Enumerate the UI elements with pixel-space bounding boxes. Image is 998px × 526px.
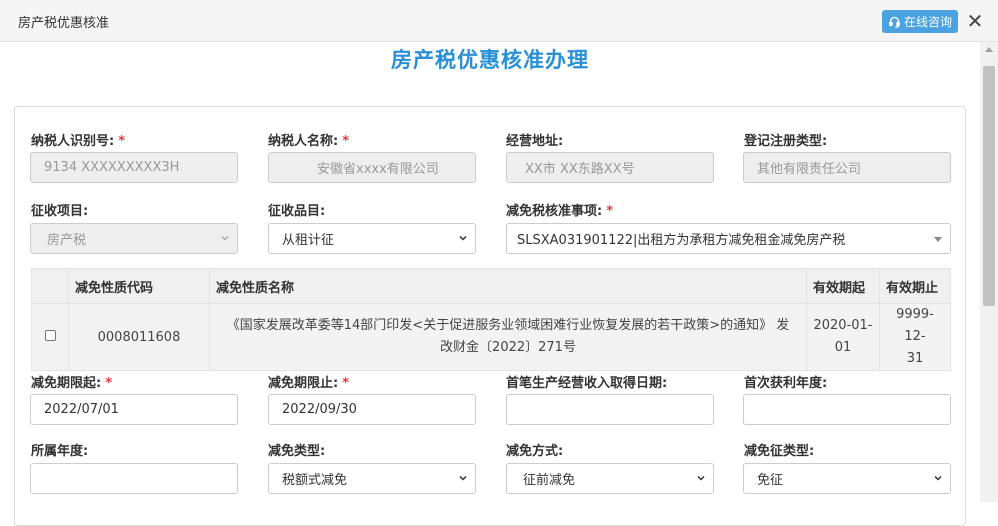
exemption-start-input[interactable]: 2022/07/01 bbox=[30, 394, 238, 425]
table-row: 0008011608 《国家发展改革委等14部门印发<关于促进服务业领域困难行业… bbox=[31, 303, 951, 371]
caret-down-icon bbox=[934, 237, 942, 242]
exemption-type-select[interactable]: 税额式减免 bbox=[268, 463, 476, 494]
chevron-down-icon bbox=[221, 235, 229, 241]
collection-category-select[interactable]: 从租计征 bbox=[268, 223, 476, 254]
valid-to-line1: 9999-12- bbox=[896, 307, 934, 344]
exemption-levy-type-select[interactable]: 免征 bbox=[743, 463, 951, 494]
fiscal-year-label: 所属年度: bbox=[31, 444, 89, 459]
exemption-approval-item-select[interactable]: SLSXA031901122|出租方为承租方减免租金减免房产税 bbox=[506, 223, 951, 254]
vertical-scrollbar[interactable] bbox=[980, 42, 998, 502]
scroll-up-icon[interactable] bbox=[985, 47, 993, 52]
chevron-down-icon bbox=[697, 475, 705, 481]
exemption-end-label: 减免期限止: * bbox=[268, 376, 350, 391]
business-address-label: 经营地址: bbox=[506, 134, 564, 149]
business-address-field[interactable]: XX市 XX东路XX号 bbox=[506, 152, 714, 183]
taxpayer-id-label: 纳税人识别号: * bbox=[31, 134, 126, 149]
exemption-code-cell: 0008011608 bbox=[68, 303, 210, 371]
chevron-down-icon bbox=[934, 475, 942, 481]
exemption-name-line2: 改财金〔2022〕271号 bbox=[440, 340, 576, 355]
row-select-cell bbox=[31, 303, 69, 371]
table-header-select bbox=[31, 268, 69, 304]
window-title: 房产税优惠核准 bbox=[18, 16, 110, 31]
exemption-start-label: 减免期限起: * bbox=[31, 376, 113, 391]
taxpayer-name-field[interactable]: 安徽省xxxx有限公司 bbox=[268, 152, 476, 183]
table-header-row: 减免性质代码 减免性质名称 有效期起 有效期止 bbox=[31, 268, 951, 304]
row-checkbox[interactable] bbox=[44, 329, 56, 341]
taxpayer-name-label: 纳税人名称: * bbox=[268, 134, 350, 149]
headset-icon bbox=[888, 15, 901, 28]
valid-from-cell: 2020-01- 01 bbox=[806, 303, 880, 371]
close-icon[interactable]: ✕ bbox=[964, 9, 986, 33]
table-header-code: 减免性质代码 bbox=[68, 268, 210, 304]
collection-item-label: 征收项目: bbox=[31, 204, 89, 219]
exemption-name-line1: 《国家发展改革委等14部门印发<关于促进服务业领域困难行业恢复发展的若干政策>的… bbox=[226, 318, 790, 333]
first-profit-year-input[interactable] bbox=[743, 394, 951, 425]
page-title: 房产税优惠核准办理 bbox=[391, 48, 589, 72]
exemption-end-input[interactable]: 2022/09/30 bbox=[268, 394, 476, 425]
online-consult-button[interactable]: 在线咨询 bbox=[882, 10, 958, 33]
valid-to-line2: 31 bbox=[906, 351, 924, 366]
chevron-down-icon bbox=[459, 235, 467, 241]
online-consult-label: 在线咨询 bbox=[903, 15, 952, 29]
first-profit-year-label: 首次获利年度: bbox=[744, 376, 828, 391]
fiscal-year-input[interactable] bbox=[30, 463, 238, 494]
exemption-method-select[interactable]: 征前减免 bbox=[506, 463, 714, 494]
valid-from-line1: 2020-01- bbox=[813, 318, 873, 333]
scrollbar-thumb[interactable] bbox=[983, 66, 995, 306]
table-header-start: 有效期起 bbox=[806, 268, 880, 304]
window-titlebar: 房产税优惠核准 在线咨询 ✕ bbox=[0, 0, 998, 42]
taxpayer-id-field[interactable]: 9134 XXXXXXXXX3H bbox=[30, 152, 238, 183]
exemption-levy-type-label: 减免征类型: bbox=[744, 444, 815, 459]
collection-item-select[interactable]: 房产税 bbox=[30, 223, 238, 254]
valid-from-line2: 01 bbox=[834, 340, 852, 355]
collection-category-label: 征收品目: bbox=[268, 204, 326, 219]
first-income-date-label: 首笔生产经营收入取得日期: bbox=[506, 376, 668, 391]
table-header-end: 有效期止 bbox=[879, 268, 951, 304]
table-header-name: 减免性质名称 bbox=[209, 268, 807, 304]
first-income-date-input[interactable] bbox=[506, 394, 714, 425]
exemption-approval-item-label: 减免税核准事项: * bbox=[506, 204, 614, 219]
exemption-type-label: 减免类型: bbox=[268, 444, 326, 459]
chevron-down-icon bbox=[459, 475, 467, 481]
registration-type-label: 登记注册类型: bbox=[744, 134, 828, 149]
valid-to-cell: 9999-12- 31 bbox=[879, 303, 951, 371]
exemption-name-cell: 《国家发展改革委等14部门印发<关于促进服务业领域困难行业恢复发展的若干政策>的… bbox=[209, 303, 807, 371]
exemption-method-label: 减免方式: bbox=[506, 444, 564, 459]
exemption-nature-table: 减免性质代码 减免性质名称 有效期起 有效期止 0008011608 《国家发展… bbox=[31, 268, 951, 371]
registration-type-field[interactable]: 其他有限责任公司 bbox=[743, 152, 951, 183]
